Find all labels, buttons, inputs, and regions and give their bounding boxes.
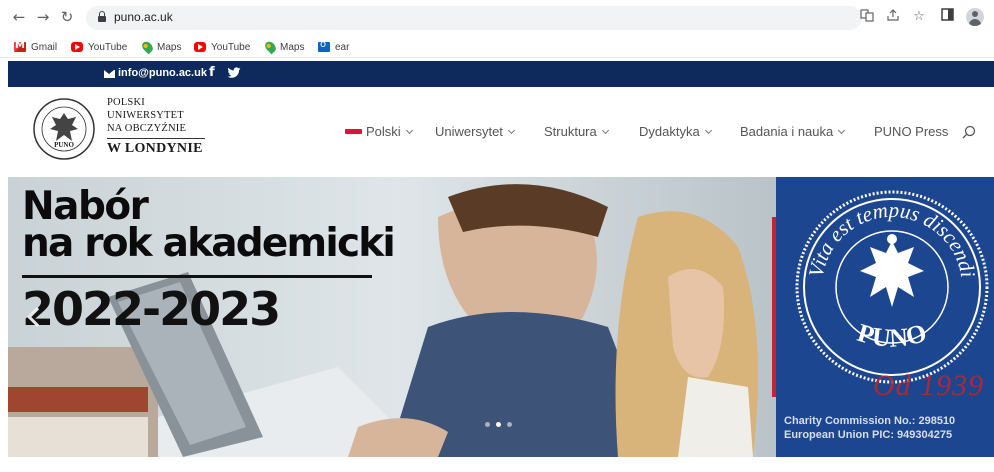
slider-dot-active[interactable] bbox=[496, 422, 501, 427]
menu-item-puno-press[interactable]: PUNO Press bbox=[874, 124, 948, 139]
reload-icon[interactable]: ↻ bbox=[58, 8, 76, 26]
bookmark-star-icon[interactable]: ☆ bbox=[910, 8, 928, 26]
chevron-down-icon bbox=[405, 126, 413, 134]
envelope-icon bbox=[104, 70, 115, 78]
search-icon[interactable] bbox=[962, 125, 976, 139]
bookmark-label: YouTube bbox=[211, 41, 251, 53]
bookmark-label: Gmail bbox=[31, 41, 58, 53]
slider-dot[interactable] bbox=[507, 422, 512, 427]
chevron-down-icon bbox=[704, 126, 712, 134]
youtube-icon bbox=[194, 42, 206, 52]
site-header: PUNO POLSKI UNIWERSYTET NA OBCZYŹNIE W L… bbox=[8, 87, 994, 177]
forward-arrow-icon[interactable]: → bbox=[34, 8, 52, 26]
logo-divider bbox=[107, 138, 205, 139]
hero-divider bbox=[22, 275, 372, 278]
url-text[interactable]: puno.ac.uk bbox=[114, 10, 173, 24]
charity-info: Charity Commission No.: 298510 European … bbox=[784, 414, 955, 442]
logo-line-3: NA OBCZYŹNIE bbox=[107, 123, 187, 134]
since-year: Od 1939 bbox=[873, 369, 985, 402]
slider-dot[interactable] bbox=[485, 422, 490, 427]
menu-item-language[interactable]: Polski bbox=[345, 124, 413, 139]
slider-dots bbox=[485, 422, 512, 427]
chevron-down-icon bbox=[507, 126, 515, 134]
site-topbar: info@puno.ac.uk f bbox=[8, 61, 994, 87]
chevron-down-icon bbox=[601, 126, 609, 134]
svg-text:PUNO: PUNO bbox=[54, 141, 74, 149]
menu-item-uniwersytet[interactable]: Uniwersytet bbox=[435, 124, 515, 139]
bookmark-label: Maps bbox=[280, 41, 305, 53]
puno-seal-logo[interactable]: PUNO bbox=[32, 97, 96, 161]
university-name[interactable]: POLSKI UNIWERSYTET NA OBCZYŹNIE W LONDYN… bbox=[107, 96, 205, 157]
poland-flag-icon bbox=[345, 129, 362, 134]
twitter-icon[interactable] bbox=[227, 67, 241, 79]
hero-subtitle: na rok akademicki bbox=[22, 221, 396, 266]
charity-number: Charity Commission No.: 298510 bbox=[784, 415, 956, 427]
bookmark-maps-2[interactable]: Maps bbox=[263, 39, 305, 55]
menu-label: PUNO Press bbox=[874, 124, 949, 139]
menu-label: Struktura bbox=[544, 124, 597, 139]
eu-pic-number: European Union PIC: 949304275 bbox=[784, 429, 953, 441]
translate-icon[interactable] bbox=[858, 8, 876, 26]
bookmark-gmail[interactable]: Gmail bbox=[14, 39, 57, 55]
outlook-icon bbox=[318, 39, 330, 52]
menu-item-struktura[interactable]: Struktura bbox=[544, 124, 609, 139]
menu-item-dydaktyka[interactable]: Dydaktyka bbox=[639, 124, 712, 139]
hero-slider[interactable]: Vita est tempus discendi PUNO Od 1939 Ch… bbox=[8, 177, 994, 457]
logo-line-2: UNIWERSYTET bbox=[107, 110, 184, 121]
puno-seal-large: Vita est tempus discendi PUNO bbox=[795, 190, 989, 384]
facebook-icon[interactable]: f bbox=[209, 65, 215, 80]
bookmarks-bar: Gmail YouTube Maps YouTube Maps ear bbox=[0, 36, 994, 58]
browser-toolbar: ← → ↻ puno.ac.uk ☆ bbox=[0, 0, 994, 36]
bookmark-youtube-2[interactable]: YouTube bbox=[194, 39, 250, 55]
share-icon[interactable] bbox=[884, 8, 902, 26]
bookmark-youtube[interactable]: YouTube bbox=[71, 39, 127, 55]
logo-line-1: POLSKI bbox=[107, 97, 145, 108]
bookmark-label: YouTube bbox=[88, 41, 128, 53]
bookmark-label: ear bbox=[335, 41, 350, 53]
page-content-start bbox=[0, 457, 994, 472]
logo-line-4: W LONDYNIE bbox=[107, 141, 203, 156]
address-bar[interactable]: puno.ac.uk bbox=[86, 6, 862, 30]
contact-email-link[interactable]: info@puno.ac.uk bbox=[118, 67, 207, 79]
chevron-down-icon bbox=[838, 126, 846, 134]
profile-icon[interactable] bbox=[966, 8, 984, 26]
bookmark-maps[interactable]: Maps bbox=[140, 39, 182, 55]
menu-item-badania[interactable]: Badania i nauka bbox=[740, 124, 846, 139]
menu-label: Dydaktyka bbox=[639, 124, 700, 139]
youtube-icon bbox=[71, 42, 83, 52]
lock-icon[interactable] bbox=[98, 11, 106, 22]
hero-year: 2022-2023 bbox=[22, 282, 281, 336]
menu-label: Polski bbox=[366, 124, 401, 139]
maps-icon bbox=[140, 39, 155, 55]
bookmark-ear[interactable]: ear bbox=[318, 39, 349, 55]
back-arrow-icon[interactable]: ← bbox=[10, 8, 28, 26]
gmail-icon bbox=[14, 40, 26, 52]
menu-label: Badania i nauka bbox=[740, 124, 834, 139]
maps-icon bbox=[263, 39, 278, 55]
side-panel-icon[interactable] bbox=[938, 8, 956, 26]
menu-label: Uniwersytet bbox=[435, 124, 503, 139]
bookmark-label: Maps bbox=[157, 41, 182, 53]
